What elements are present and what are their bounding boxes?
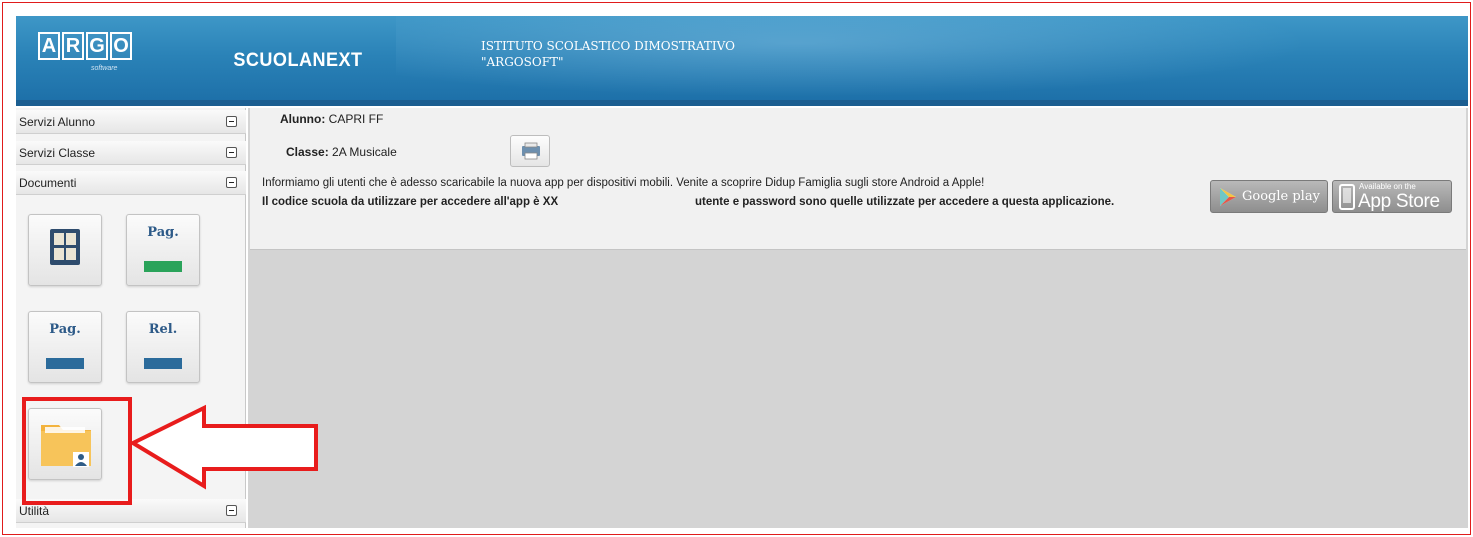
app-store-badge[interactable]: Available on the App Store [1332, 180, 1452, 213]
school-name-line1: ISTITUTO SCOLASTICO DIMOSTRATIVO [481, 39, 735, 53]
collapse-toggle-icon[interactable] [226, 147, 237, 158]
highlight-box [22, 397, 132, 505]
google-play-badge[interactable]: Google play [1210, 180, 1328, 213]
play-triangle-icon [1220, 188, 1236, 206]
print-button[interactable] [510, 135, 550, 167]
tile-documents-grid[interactable] [28, 214, 102, 286]
report-blue-icon [144, 358, 182, 369]
student-info-panel: Alunno: CAPRI FF Classe: 2A Musicale Inf… [250, 108, 1466, 250]
sidebar-section-label: Utilità [19, 504, 50, 518]
phone-icon [1339, 184, 1355, 210]
report-green-icon [144, 261, 182, 272]
school-code-line2: utente e password sono quelle utilizzate… [695, 196, 1115, 208]
school-name: ISTITUTO SCOLASTICO DIMOSTRATIVO "ARGOSO… [481, 38, 735, 70]
argo-logo: A R G O [38, 32, 132, 60]
tile-relazione[interactable]: Rel. [126, 311, 200, 383]
class-row: Classe: 2A Musicale [286, 145, 397, 159]
app-header: A R G O software SCUOLANEXT ISTITUTO SCO… [16, 16, 1468, 106]
tile-label: Pag. [147, 225, 179, 240]
class-value: 2A Musicale [332, 145, 397, 159]
tile-pagella-green[interactable]: Pag. [126, 214, 200, 286]
grid-documents-icon [50, 229, 80, 265]
collapse-toggle-icon[interactable] [226, 505, 237, 516]
school-code-line1: Il codice scuola da utilizzare per acced… [262, 196, 559, 208]
student-row: Alunno: CAPRI FF [280, 112, 383, 126]
report-blue-icon [46, 358, 84, 369]
logo-letter-o: O [110, 32, 132, 60]
logo-subtitle: software [91, 65, 118, 72]
logo-letter-r: R [62, 32, 84, 60]
brand-title: SCUOLANEXT [233, 50, 363, 71]
collapse-toggle-icon[interactable] [226, 177, 237, 188]
sidebar-section-servizi-alunno[interactable]: Servizi Alunno [16, 110, 246, 134]
left-arrow-icon [128, 404, 318, 490]
student-label: Alunno: [280, 112, 326, 126]
app-store-label: App Store [1358, 191, 1440, 212]
sidebar-section-label: Servizi Classe [19, 146, 96, 160]
app-store-small-label: Available on the [1359, 182, 1416, 191]
sidebar-section-documenti[interactable]: Documenti [16, 171, 246, 195]
print-icon [522, 142, 540, 160]
class-label: Classe: [286, 145, 329, 159]
header-bottom-strip [16, 100, 1468, 106]
main-content: Alunno: CAPRI FF Classe: 2A Musicale Inf… [248, 108, 1468, 528]
logo-letter-g: G [86, 32, 108, 60]
sidebar-section-label: Servizi Alunno [19, 115, 96, 129]
sidebar-section-label: Documenti [19, 176, 77, 190]
tile-pagella-blue[interactable]: Pag. [28, 311, 102, 383]
google-play-label: Google play [1242, 189, 1320, 204]
collapse-toggle-icon[interactable] [226, 116, 237, 127]
sidebar-section-servizi-classe[interactable]: Servizi Classe [16, 141, 246, 165]
tile-label: Rel. [148, 322, 178, 337]
app-notice-line1: Informiamo gli utenti che è adesso scari… [262, 177, 985, 189]
logo-letter-a: A [38, 32, 60, 60]
student-value: CAPRI FF [328, 112, 384, 126]
school-name-line2: "ARGOSOFT" [481, 55, 564, 69]
tile-label: Pag. [49, 322, 81, 337]
